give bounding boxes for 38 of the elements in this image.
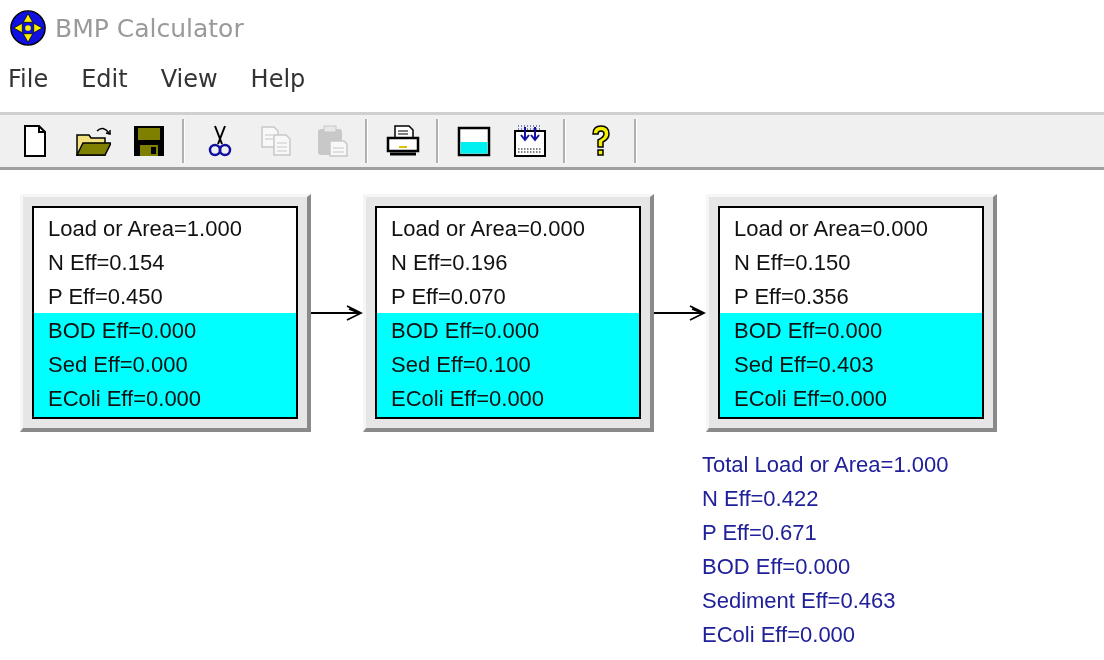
- bmp-value: EColi Eff=0.000: [48, 385, 202, 413]
- app-icon: [9, 9, 47, 47]
- menu-item[interactable]: Edit: [81, 62, 128, 106]
- bmp-value: BOD Eff=0.000: [391, 317, 540, 345]
- bmp-value: Load or Area=0.000: [734, 215, 928, 243]
- bmp-value: EColi Eff=0.000: [734, 385, 888, 413]
- menu-item[interactable]: File: [8, 62, 49, 106]
- bmp-value: P Eff=0.070: [391, 283, 506, 311]
- total-value: Total Load or Area=1.000: [702, 451, 949, 479]
- total-value: Sediment Eff=0.463: [702, 587, 896, 615]
- total-value: EColi Eff=0.000: [702, 621, 856, 649]
- bmp-value: Load or Area=1.000: [48, 215, 242, 243]
- bmp-value: Sed Eff=0.000: [48, 351, 188, 379]
- bmp-value: EColi Eff=0.000: [391, 385, 545, 413]
- arrow: [654, 303, 706, 323]
- total-value: BOD Eff=0.000: [702, 553, 851, 581]
- copy-icon: [258, 123, 294, 159]
- printer-icon: [385, 123, 421, 159]
- bmp-value: Sed Eff=0.403: [734, 351, 874, 379]
- bmp-value: Sed Eff=0.100: [391, 351, 531, 379]
- window-title: BMP Calculator: [55, 13, 244, 43]
- bmp-value: N Eff=0.196: [391, 249, 508, 277]
- total-value: N Eff=0.422: [702, 485, 819, 513]
- bmp-node[interactable]: Load or Area=1.000 N Eff=0.154 P Eff=0.450 BOD Eff=0.000 Sed Eff=0.000 EColi Eff=0.000: [20, 194, 311, 432]
- rain-grid-icon: [512, 123, 548, 159]
- bmp-value: Load or Area=0.000: [391, 215, 585, 243]
- total-value: P Eff=0.671: [702, 519, 817, 547]
- menu-item[interactable]: Help: [250, 62, 306, 106]
- bmp-value: N Eff=0.154: [48, 249, 165, 277]
- bmp-node[interactable]: Load or Area=0.000 N Eff=0.150 P Eff=0.356 BOD Eff=0.000 Sed Eff=0.403 EColi Eff=0.000: [706, 194, 997, 432]
- menu-item[interactable]: View: [160, 62, 218, 106]
- bmp-value: BOD Eff=0.000: [734, 317, 883, 345]
- arrow: [311, 303, 363, 323]
- bmp-value: P Eff=0.450: [48, 283, 163, 311]
- bmp-node[interactable]: Load or Area=0.000 N Eff=0.196 P Eff=0.070 BOD Eff=0.000 Sed Eff=0.100 EColi Eff=0.000: [363, 194, 654, 432]
- bmp-value: P Eff=0.356: [734, 283, 849, 311]
- bmp-value: N Eff=0.150: [734, 249, 851, 277]
- bmp-value: BOD Eff=0.000: [48, 317, 197, 345]
